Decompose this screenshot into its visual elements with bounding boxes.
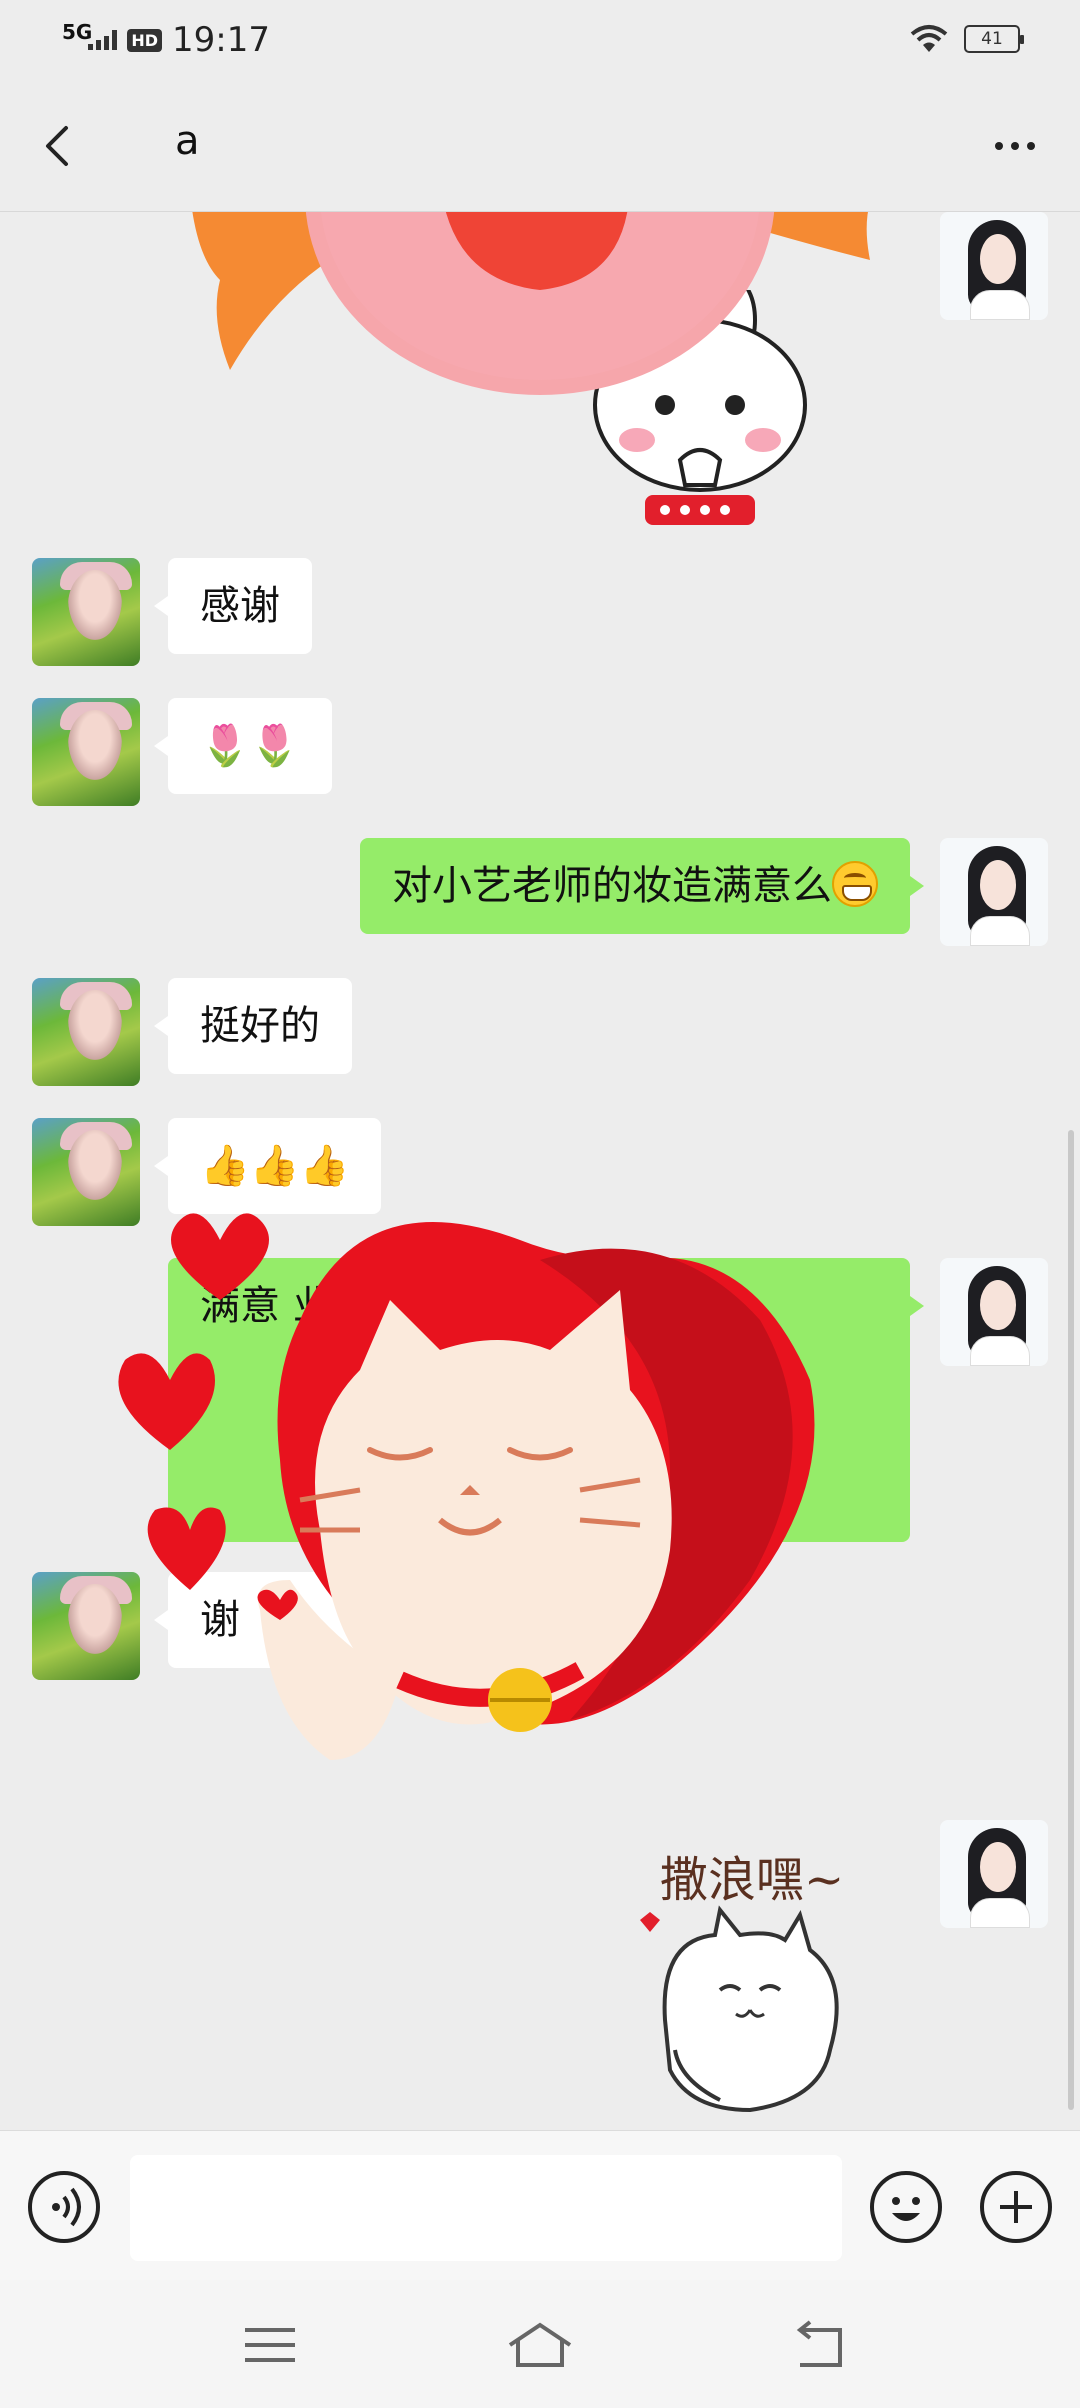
return-icon[interactable]: [780, 2310, 860, 2380]
system-navigation: [0, 2280, 1080, 2408]
chat-scrollbar[interactable]: [1068, 1130, 1074, 2110]
message-bubble[interactable]: 对小艺老师的妆造满意么: [360, 838, 924, 934]
network-type: 5G: [62, 20, 93, 44]
menu-icon[interactable]: [230, 2310, 310, 2380]
back-arrow-icon[interactable]: [30, 116, 90, 176]
cat-sticker[interactable]: 撒浪嘿~: [620, 1840, 890, 2130]
input-bar: [0, 2130, 1080, 2280]
self-avatar[interactable]: [940, 212, 1048, 320]
cat-drawing: [640, 1905, 839, 2113]
more-dots-icon[interactable]: [980, 116, 1050, 176]
wifi-icon: [910, 25, 948, 52]
hd-badge: HD: [127, 28, 163, 52]
heart-cat-sticker: [118, 1213, 815, 1760]
chat-title: a: [175, 118, 200, 164]
status-left: 5G HD 19:17: [62, 20, 270, 60]
signal-icon: [88, 30, 118, 50]
message-input[interactable]: [130, 2155, 842, 2261]
self-avatar[interactable]: [940, 1820, 1048, 1928]
self-avatar[interactable]: [940, 838, 1048, 946]
friend-avatar[interactable]: [32, 558, 140, 666]
battery-indicator: 41: [964, 25, 1024, 53]
friend-avatar[interactable]: [32, 978, 140, 1086]
message-bubble[interactable]: 感谢: [154, 558, 312, 654]
friend-avatar[interactable]: [32, 698, 140, 806]
status-right: 41: [910, 24, 1024, 54]
grin-emoji-icon: [832, 861, 878, 907]
chat-header: a: [0, 80, 1080, 212]
status-bar: 5G HD 19:17 41: [0, 0, 1080, 80]
message-text: 对小艺老师的妆造满意么: [392, 863, 832, 909]
status-time: 19:17: [172, 20, 270, 60]
voice-icon[interactable]: [28, 2171, 100, 2243]
plus-icon[interactable]: [980, 2171, 1052, 2243]
self-avatar[interactable]: [940, 1258, 1048, 1366]
message-bubble[interactable]: 挺好的: [154, 978, 352, 1074]
emoji-icon[interactable]: [870, 2171, 942, 2243]
message-bubble[interactable]: 🌷🌷: [154, 698, 332, 794]
home-icon[interactable]: [500, 2310, 580, 2380]
